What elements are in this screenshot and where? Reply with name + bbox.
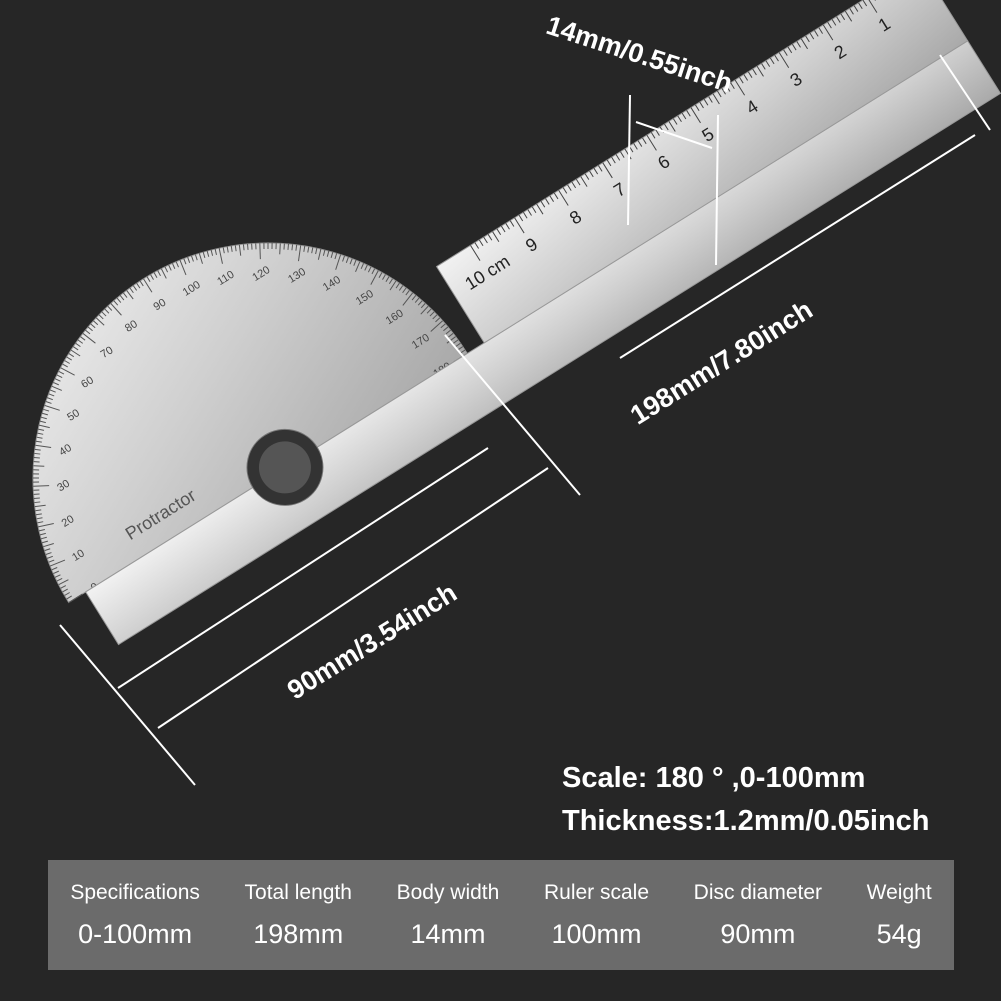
spec-column: Total length 198mm bbox=[244, 880, 352, 949]
spec-column: Ruler scale 100mm bbox=[543, 880, 650, 949]
protractor-illustration: 0102030405060708090100110120130140150160… bbox=[32, 0, 1001, 786]
spec-column: Disc diameter 90mm bbox=[693, 880, 823, 949]
spec-column: Specifications 0-100mm bbox=[70, 880, 200, 949]
scale-info: Scale: 180 ° ,0-100mm bbox=[562, 762, 866, 794]
ruler-upper-blade bbox=[435, 0, 969, 344]
spec-column: Weight 54g bbox=[866, 880, 932, 949]
spec-table: Specifications 0-100mm Total length 198mm … bbox=[48, 860, 954, 970]
thickness-info: Thickness:1.2mm/0.05inch bbox=[562, 805, 930, 837]
spec-column: Body width 14mm bbox=[396, 880, 500, 949]
